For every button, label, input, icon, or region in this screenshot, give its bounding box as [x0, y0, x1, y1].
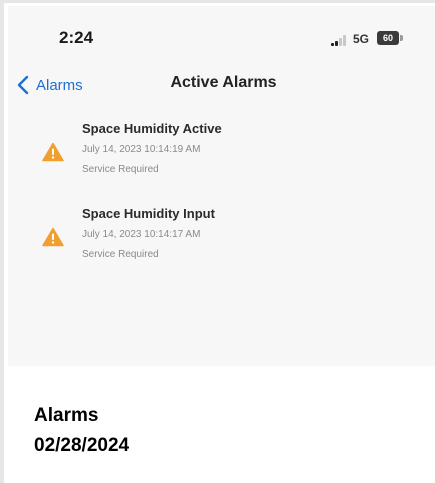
alarm-list-item[interactable]: Space Humidity Active July 14, 2023 10:1… [8, 114, 435, 184]
caption-title: Alarms [34, 405, 99, 426]
alarm-status: Service Required [82, 164, 159, 175]
status-time: 2:24 [59, 28, 94, 47]
warning-icon [42, 227, 64, 247]
navigation-bar: Alarms Active Alarms [8, 64, 435, 108]
caption: Alarms 02/28/2024 [34, 401, 129, 461]
warning-icon [42, 142, 64, 162]
network-type: 5G [353, 32, 370, 46]
alarm-list-item[interactable]: Space Humidity Input July 14, 2023 10:14… [8, 199, 435, 269]
battery-cap [400, 35, 403, 41]
alarm-status: Service Required [82, 249, 159, 260]
signal-strength-icon [331, 35, 347, 46]
status-bar: 2:24 5G 60 [8, 6, 435, 66]
battery-icon: 60 [377, 31, 399, 45]
page-title: Active Alarms [170, 74, 277, 91]
alarm-title: Space Humidity Input [82, 206, 215, 221]
screenshot-frame: 2:24 5G 60 Alarms Active Alarms Space Hu… [0, 0, 435, 483]
alarm-title: Space Humidity Active [82, 121, 222, 136]
caption-date: 02/28/2024 [34, 435, 130, 456]
phone-screen: 2:24 5G 60 Alarms Active Alarms Space Hu… [8, 6, 435, 366]
alarm-timestamp: July 14, 2023 10:14:19 AM [82, 144, 201, 155]
alarm-timestamp: July 14, 2023 10:14:17 AM [82, 229, 201, 240]
